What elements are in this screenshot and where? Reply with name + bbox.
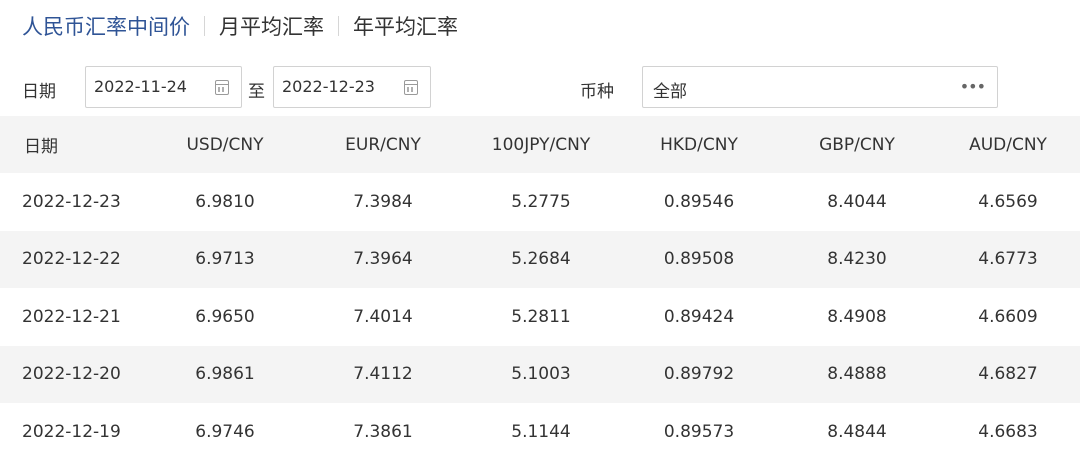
table-cell: 8.4908 (778, 288, 936, 346)
tab-divider (338, 16, 339, 36)
table-cell: 7.3964 (304, 230, 462, 289)
currency-select[interactable]: 全部 ••• (642, 66, 998, 108)
table-cell-date: 2022-12-23 (0, 173, 146, 231)
filter-bar: 日期 2022-11-24 至 2022-12-23 币种 全部 ••• (0, 60, 1080, 116)
tab-central-parity[interactable]: 人民币汇率中间价 (22, 11, 190, 41)
table-cell: 4.6827 (936, 345, 1080, 403)
end-date-value: 2022-12-23 (282, 77, 375, 96)
table-cell: 7.3984 (304, 173, 462, 231)
table-row: 2022-12-23 6.9810 7.3984 5.2775 0.89546 … (0, 173, 1080, 231)
tab-monthly-average[interactable]: 月平均汇率 (219, 11, 324, 41)
table-cell: 0.89546 (620, 173, 778, 231)
column-header: USD/CNY (146, 116, 304, 174)
exchange-rate-table: 日期 USD/CNY EUR/CNY 100JPY/CNY HKD/CNY GB… (0, 116, 1080, 453)
column-header: AUD/CNY (936, 116, 1080, 174)
table-cell: 0.89424 (620, 288, 778, 346)
table-cell: 8.4230 (778, 230, 936, 289)
table-cell: 7.4014 (304, 288, 462, 346)
column-header: HKD/CNY (620, 116, 778, 174)
currency-label: 币种 (580, 82, 614, 102)
table-cell: 6.9713 (146, 230, 304, 289)
table-cell: 4.6773 (936, 230, 1080, 289)
table-cell: 0.89508 (620, 230, 778, 289)
table-cell: 6.9650 (146, 288, 304, 346)
calendar-icon[interactable] (215, 80, 229, 95)
table-cell: 6.9861 (146, 345, 304, 403)
table-cell: 8.4888 (778, 345, 936, 403)
table-cell: 5.2684 (462, 230, 620, 289)
table-cell-date: 2022-12-20 (0, 345, 146, 403)
date-range-separator: 至 (248, 82, 265, 102)
table-cell: 5.1144 (462, 402, 620, 453)
table-cell: 5.2775 (462, 173, 620, 231)
column-header: 日期 (0, 116, 146, 174)
start-date-value: 2022-11-24 (94, 77, 187, 96)
column-header: 100JPY/CNY (462, 116, 620, 174)
table-header-row: 日期 USD/CNY EUR/CNY 100JPY/CNY HKD/CNY GB… (0, 116, 1080, 174)
table-cell: 8.4844 (778, 402, 936, 453)
more-options-icon[interactable]: ••• (960, 77, 986, 96)
table-cell: 4.6683 (936, 402, 1080, 453)
tab-yearly-average[interactable]: 年平均汇率 (353, 11, 458, 41)
start-date-input[interactable]: 2022-11-24 (85, 66, 242, 108)
table-cell-date: 2022-12-21 (0, 288, 146, 346)
table-row: 2022-12-22 6.9713 7.3964 5.2684 0.89508 … (0, 230, 1080, 289)
table-cell: 6.9746 (146, 402, 304, 453)
currency-select-value: 全部 (653, 82, 687, 102)
column-header: EUR/CNY (304, 116, 462, 174)
table-cell: 5.1003 (462, 345, 620, 403)
table-cell-date: 2022-12-19 (0, 402, 146, 453)
table-cell: 8.4044 (778, 173, 936, 231)
table-row: 2022-12-19 6.9746 7.3861 5.1144 0.89573 … (0, 402, 1080, 453)
table-cell: 4.6609 (936, 288, 1080, 346)
rate-type-tabs: 人民币汇率中间价 月平均汇率 年平均汇率 (22, 8, 458, 44)
calendar-icon[interactable] (404, 80, 418, 95)
table-row: 2022-12-20 6.9861 7.4112 5.1003 0.89792 … (0, 345, 1080, 403)
table-row: 2022-12-21 6.9650 7.4014 5.2811 0.89424 … (0, 288, 1080, 346)
table-cell: 7.4112 (304, 345, 462, 403)
table-cell: 0.89792 (620, 345, 778, 403)
table-cell: 5.2811 (462, 288, 620, 346)
table-cell: 7.3861 (304, 402, 462, 453)
table-cell: 4.6569 (936, 173, 1080, 231)
tab-divider (204, 16, 205, 36)
table-cell: 6.9810 (146, 173, 304, 231)
date-label: 日期 (22, 82, 56, 102)
table-cell: 0.89573 (620, 402, 778, 453)
end-date-input[interactable]: 2022-12-23 (273, 66, 431, 108)
column-header: GBP/CNY (778, 116, 936, 174)
table-cell-date: 2022-12-22 (0, 230, 146, 289)
